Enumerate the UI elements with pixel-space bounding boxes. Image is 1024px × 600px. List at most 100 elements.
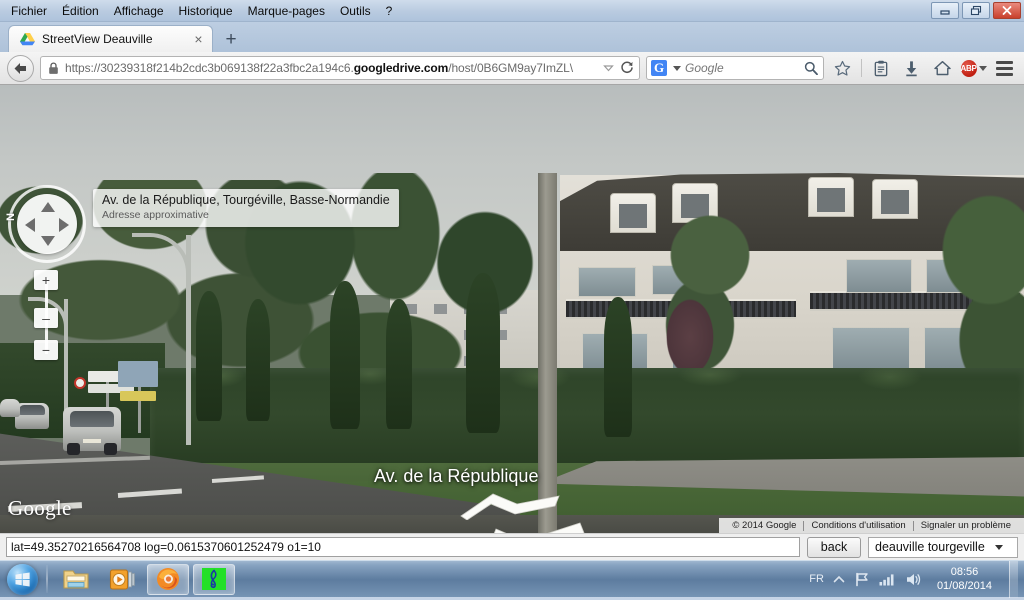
show-desktop-button[interactable] <box>1009 560 1018 598</box>
url-bar[interactable]: https://30239318f214b2cdc3b069138f22a3fb… <box>40 56 640 80</box>
url-path: /host/0B6GM9ay7ImZL\ <box>448 61 573 75</box>
report-problem-link[interactable]: Signaler un problème <box>914 520 1018 531</box>
streetview-viewport[interactable]: Av. de la République Av. de la Républiqu… <box>0 85 1024 533</box>
road-sign <box>118 361 158 387</box>
tab-close-icon[interactable]: × <box>191 32 206 47</box>
compass-north-label: N <box>4 213 17 221</box>
pan-compass-control[interactable]: N <box>4 185 86 263</box>
coordinates-field[interactable]: lat=49.35270216564708 log=0.061537060125… <box>6 537 800 557</box>
music-notation-icon <box>202 568 226 590</box>
network-flag-icon[interactable] <box>854 572 870 587</box>
google-logo-icon: G <box>651 60 667 76</box>
conifer <box>386 299 412 429</box>
tab-streetview-deauville[interactable]: StreetView Deauville × <box>8 25 213 52</box>
city-select[interactable]: deauville tourgeville <box>868 536 1018 558</box>
taskbar-media-player[interactable] <box>101 564 143 595</box>
road-direction-chevron-lower <box>493 522 585 533</box>
reload-icon[interactable] <box>620 61 634 75</box>
downloads-icon[interactable] <box>899 56 924 81</box>
system-tray: FR 08:56 01/08/2014 <box>809 560 1024 598</box>
zoom-out-button[interactable]: − <box>34 340 58 360</box>
pan-right-arrow[interactable] <box>59 218 69 232</box>
pan-left-arrow[interactable] <box>25 218 35 232</box>
toolbar-divider <box>861 59 862 77</box>
chevron-down-icon[interactable] <box>603 63 614 73</box>
terms-link[interactable]: Conditions d'utilisation <box>804 520 912 531</box>
tray-language[interactable]: FR <box>809 573 824 585</box>
coordinate-status-bar: lat=49.35270216564708 log=0.061537060125… <box>0 533 1024 560</box>
restore-button[interactable] <box>962 2 990 19</box>
new-tab-button[interactable]: + <box>217 27 245 52</box>
search-bar[interactable]: G Google <box>646 56 824 80</box>
lock-icon <box>48 61 59 75</box>
close-icon <box>1002 6 1012 15</box>
reading-list-icon[interactable] <box>868 56 893 81</box>
search-input[interactable]: Google <box>685 61 800 75</box>
conifer <box>604 297 632 437</box>
address-subtitle: Adresse approximative <box>102 209 209 221</box>
clock[interactable]: 08:56 01/08/2014 <box>931 565 998 593</box>
clock-time: 08:56 <box>950 566 979 578</box>
url-scheme: https:// <box>65 61 101 75</box>
attribution-bar: © 2014 Google Conditions d'utilisation S… <box>719 518 1024 533</box>
file-explorer-icon <box>63 569 89 589</box>
back-arrow-icon <box>14 62 26 74</box>
menu-edition[interactable]: Édition <box>55 1 106 22</box>
menu-fichier[interactable]: Fichier <box>4 1 54 22</box>
adblock-chevron-icon[interactable] <box>978 65 987 71</box>
conifer <box>330 281 360 429</box>
menu-hamburger-icon[interactable] <box>992 56 1017 81</box>
chevron-up-icon[interactable] <box>833 575 845 584</box>
home-icon[interactable] <box>930 56 955 81</box>
address-title: Av. de la République, Tourgéville, Basse… <box>102 193 390 207</box>
pan-down-arrow[interactable] <box>41 236 55 246</box>
adblock-plus-icon[interactable]: ABP <box>960 56 987 81</box>
copyright-text: © 2014 Google <box>732 520 797 531</box>
media-player-icon <box>109 568 135 590</box>
minimize-button[interactable] <box>931 2 959 19</box>
taskbar-divider <box>46 565 48 593</box>
url-subdomain: 30239318f214b2cdc3b069138f22a3fbc2a194c6… <box>100 61 354 75</box>
car-tyre <box>67 443 80 455</box>
speaker-icon[interactable] <box>905 572 922 587</box>
close-button[interactable] <box>993 2 1021 19</box>
zoom-in-button[interactable]: + <box>34 270 58 290</box>
back-button[interactable] <box>7 54 34 82</box>
google-watermark: Google <box>8 496 72 520</box>
menu-marque-pages[interactable]: Marque-pages <box>241 1 332 22</box>
taskbar-file-explorer[interactable] <box>55 564 97 595</box>
windows-start-orb-icon <box>6 563 38 595</box>
signal-bars-icon[interactable] <box>879 572 896 586</box>
window-controls <box>931 2 1021 19</box>
google-drive-icon <box>19 31 35 47</box>
tab-title: StreetView Deauville <box>42 32 153 46</box>
search-icon[interactable] <box>804 61 818 75</box>
pan-up-arrow[interactable] <box>41 202 55 212</box>
menu-help[interactable]: ? <box>379 1 400 22</box>
conifer <box>246 299 270 421</box>
menu-historique[interactable]: Historique <box>172 1 240 22</box>
bookmark-star-icon[interactable] <box>830 56 855 81</box>
menu-outils[interactable]: Outils <box>333 1 378 22</box>
car-tyre <box>104 443 117 455</box>
streetview-panorama[interactable]: Av. de la République Av. de la Républiqu… <box>0 85 1024 533</box>
windows-taskbar: FR 08:56 01/08/2014 <box>0 560 1024 598</box>
restore-icon <box>970 5 982 16</box>
road-sign <box>120 391 156 401</box>
back-button-page[interactable]: back <box>807 536 861 558</box>
clock-date: 01/08/2014 <box>936 580 992 592</box>
taskbar-music-notation[interactable] <box>193 563 235 595</box>
menu-affichage[interactable]: Affichage <box>107 1 171 22</box>
menu-bar: Fichier Édition Affichage Historique Mar… <box>4 0 399 22</box>
car-window <box>19 405 45 415</box>
search-engine-chevron-icon[interactable] <box>673 65 681 71</box>
taskbar-firefox[interactable] <box>147 563 189 595</box>
start-button[interactable] <box>3 563 41 596</box>
hamburger-lines <box>996 60 1013 76</box>
car-window <box>69 410 115 428</box>
url-text: https://30239318f214b2cdc3b069138f22a3fb… <box>65 61 597 75</box>
zoom-slider-handle[interactable]: – <box>34 308 58 328</box>
car-far <box>0 399 20 417</box>
zoom-control[interactable]: + – − <box>34 270 58 360</box>
pan-pad[interactable] <box>17 194 77 254</box>
